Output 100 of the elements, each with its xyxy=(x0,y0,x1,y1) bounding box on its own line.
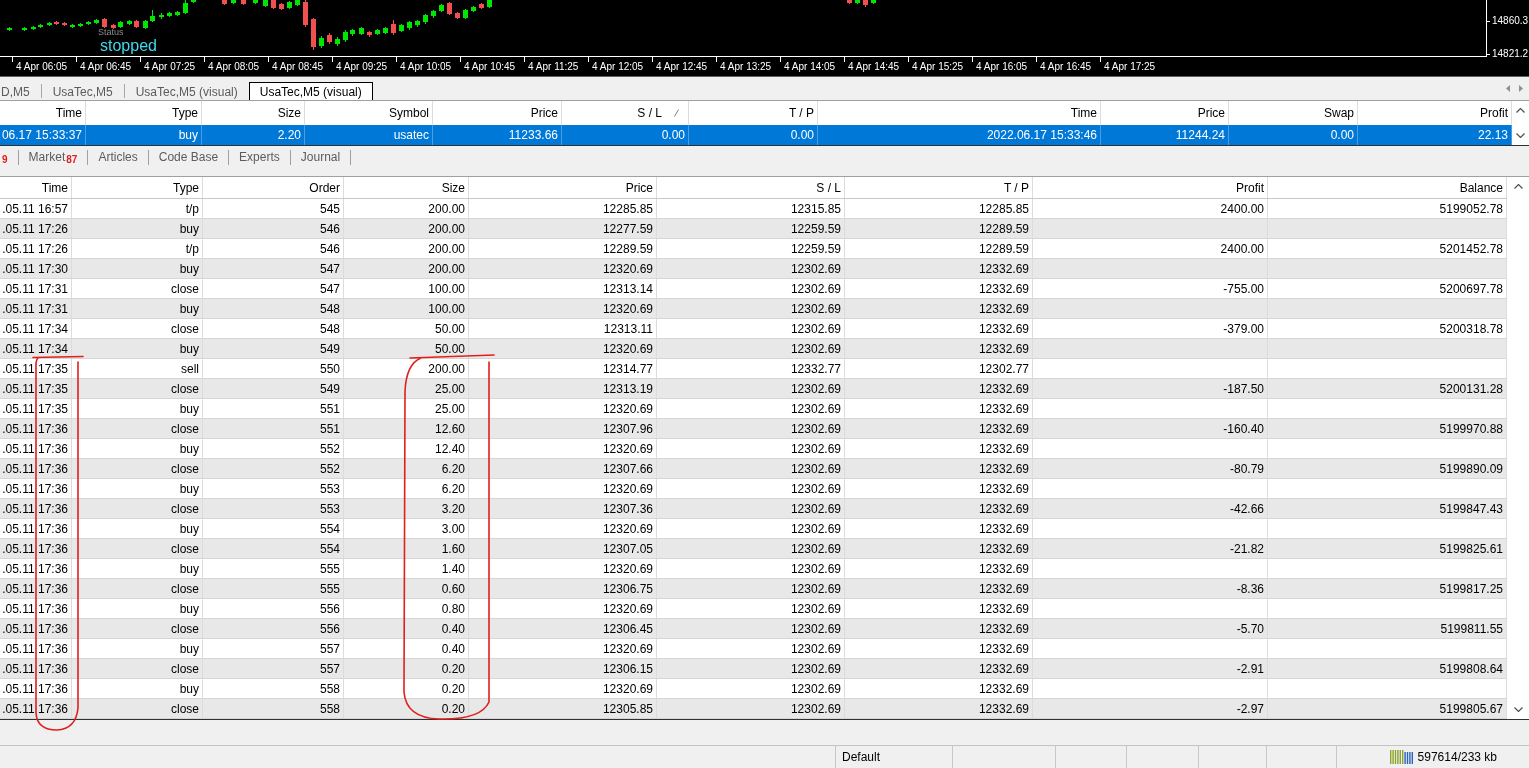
table-row[interactable]: .05.11 17:36 close 556 0.40 12306.45 12302.69 12332.69 -5.70 5199811.55 xyxy=(0,619,1507,639)
candle xyxy=(431,9,436,19)
table-cell: 0.00 xyxy=(562,125,689,145)
table-cell: 12320.69 xyxy=(469,259,657,278)
table-cell: buy xyxy=(86,125,202,145)
table-cell: 12332.69 xyxy=(845,279,1033,298)
table-row[interactable]: .05.11 17:36 close 553 3.20 12307.36 12302.69 12332.69 -42.66 5199847.43 xyxy=(0,499,1507,519)
table-cell: -379.00 xyxy=(1033,319,1268,338)
column-header[interactable]: Size xyxy=(344,177,469,198)
table-cell: 12306.15 xyxy=(469,659,657,678)
time-axis-label: 4 Apr 17:25 xyxy=(1104,61,1156,72)
table-cell: .05.11 17:36 xyxy=(0,699,72,718)
table-cell: -5.70 xyxy=(1033,619,1268,638)
chevron-up-icon[interactable] xyxy=(1513,184,1523,189)
table-row[interactable]: .05.11 17:36 close 552 6.20 12307.66 12302.69 12332.69 -80.79 5199890.09 xyxy=(0,459,1507,479)
table-cell: 12332.69 xyxy=(845,679,1033,698)
table-cell: 552 xyxy=(203,439,344,458)
chart-tab[interactable]: UsaTec,M5 xyxy=(41,82,124,100)
time-axis-label: 4 Apr 11:25 xyxy=(528,61,579,72)
column-header[interactable]: S / L xyxy=(657,177,845,198)
table-row[interactable]: .05.11 17:36 close 558 0.20 12305.85 12302.69 12332.69 -2.97 5199805.67 xyxy=(0,699,1507,719)
table-cell: buy xyxy=(72,299,203,318)
table-cell: buy xyxy=(72,259,203,278)
table-cell: 5201452.78 xyxy=(1268,239,1507,258)
column-header[interactable]: Type xyxy=(72,177,203,198)
table-cell: 12302.69 xyxy=(657,539,845,558)
table-row[interactable]: .05.11 17:36 close 557 0.20 12306.15 12302.69 12332.69 -2.91 5199808.64 xyxy=(0,659,1507,679)
panel-tab[interactable]: 9 xyxy=(0,148,18,166)
chevron-down-icon[interactable] xyxy=(1513,707,1523,712)
notification-count: 9 xyxy=(2,155,8,165)
table-cell: 551 xyxy=(203,419,344,438)
table-cell: 12320.69 xyxy=(469,339,657,358)
triangle-left-icon[interactable] xyxy=(1506,85,1510,92)
table-cell: 50.00 xyxy=(344,339,469,358)
table-cell: 12332.69 xyxy=(845,339,1033,358)
table-row[interactable]: .05.11 17:26 buy 546 200.00 12277.59 12259.59 12289.59 xyxy=(0,219,1507,239)
panel-tab[interactable]: Articles xyxy=(88,148,148,166)
table-row[interactable]: .05.11 17:30 buy 547 200.00 12320.69 12302.69 12332.69 xyxy=(0,259,1507,279)
chevron-down-icon[interactable] xyxy=(1516,133,1525,138)
table-row[interactable]: .05.11 17:35 close 549 25.00 12313.19 12302.69 12332.69 -187.50 5200131.28 xyxy=(0,379,1507,399)
table-row[interactable]: .05.11 17:36 close 555 0.60 12306.75 12302.69 12332.69 -8.36 5199817.25 xyxy=(0,579,1507,599)
table-cell: 12302.69 xyxy=(657,679,845,698)
column-header[interactable]: Profit xyxy=(1033,177,1268,198)
panel-tab[interactable]: Journal xyxy=(290,148,351,166)
candle xyxy=(253,0,258,5)
candle xyxy=(847,0,852,5)
table-row[interactable]: .05.11 17:36 close 554 1.60 12307.05 12302.69 12332.69 -21.82 5199825.61 xyxy=(0,539,1507,559)
chevron-up-icon[interactable] xyxy=(1516,108,1525,113)
time-axis-label: 4 Apr 14:45 xyxy=(848,61,900,72)
table-cell: 12313.19 xyxy=(469,379,657,398)
table-cell: 549 xyxy=(203,379,344,398)
table-cell: 5199805.67 xyxy=(1268,699,1507,718)
table-cell: .05.11 17:35 xyxy=(0,359,72,378)
column-header[interactable]: Balance xyxy=(1268,177,1507,198)
time-axis-label: 4 Apr 07:25 xyxy=(144,61,196,72)
panel-tab[interactable]: Experts xyxy=(229,148,290,166)
candle xyxy=(183,0,188,15)
table-cell: .05.11 17:34 xyxy=(0,319,72,338)
table-cell: 5199817.25 xyxy=(1268,579,1507,598)
candle xyxy=(191,0,196,4)
candle xyxy=(31,25,36,31)
table-cell: 0.40 xyxy=(344,639,469,658)
table-cell: 12320.69 xyxy=(469,519,657,538)
candle xyxy=(54,20,59,26)
table-cell: 12302.69 xyxy=(657,559,845,578)
table-row[interactable]: .05.11 17:34 buy 549 50.00 12320.69 12302.69 12332.69 xyxy=(0,339,1507,359)
table-cell: 12332.69 xyxy=(845,619,1033,638)
column-header[interactable]: T / P xyxy=(845,177,1033,198)
signal-bars-icon[interactable] xyxy=(1389,750,1414,764)
chart-tab[interactable]: UsaTec,M5 (visual) xyxy=(124,82,249,100)
table-cell: 2022.06.17 15:33:46 xyxy=(818,125,1101,145)
table-cell: .05.11 17:36 xyxy=(0,539,72,558)
table-cell: close xyxy=(72,419,203,438)
table-cell: 557 xyxy=(203,639,344,658)
table-cell: buy xyxy=(72,439,203,458)
table-cell: 12320.69 xyxy=(469,599,657,618)
table-cell: .05.11 17:36 xyxy=(0,519,72,538)
table-row[interactable]: 06.17 15:33:37 buy 2.20 usatec 11233.66 0.00 0.00 2022.06.17 15:33:46 11244.24 0.00 22.13 xyxy=(0,125,1512,145)
column-header[interactable]: Order xyxy=(203,177,344,198)
table-cell: 12332.69 xyxy=(845,479,1033,498)
table-cell: .05.11 17:30 xyxy=(0,259,72,278)
table-row[interactable]: .05.11 17:31 buy 548 100.00 12320.69 12302.69 12332.69 xyxy=(0,299,1507,319)
column-header[interactable]: Price xyxy=(469,177,657,198)
table-cell: 06.17 15:33:37 xyxy=(0,125,86,145)
table-cell: close xyxy=(72,579,203,598)
column-header[interactable]: Time xyxy=(0,177,72,198)
table-cell: 12332.69 xyxy=(845,379,1033,398)
candle xyxy=(463,8,468,20)
table-cell: -21.82 xyxy=(1033,539,1268,558)
table-cell: 556 xyxy=(203,599,344,618)
table-cell: close xyxy=(72,499,203,518)
chart-tab[interactable]: D,M5 xyxy=(0,82,41,100)
chart-tab[interactable]: UsaTec,M5 (visual) xyxy=(248,82,373,100)
panel-tab[interactable]: Code Base xyxy=(148,148,229,166)
table-cell: 0.60 xyxy=(344,579,469,598)
triangle-right-icon[interactable] xyxy=(1519,85,1523,92)
table-row[interactable]: .05.11 17:36 close 551 12.60 12307.96 12302.69 12332.69 -160.40 5199970.88 xyxy=(0,419,1507,439)
table-cell: buy xyxy=(72,399,203,418)
table-cell: 22.13 xyxy=(1358,125,1512,145)
candle xyxy=(415,19,420,28)
